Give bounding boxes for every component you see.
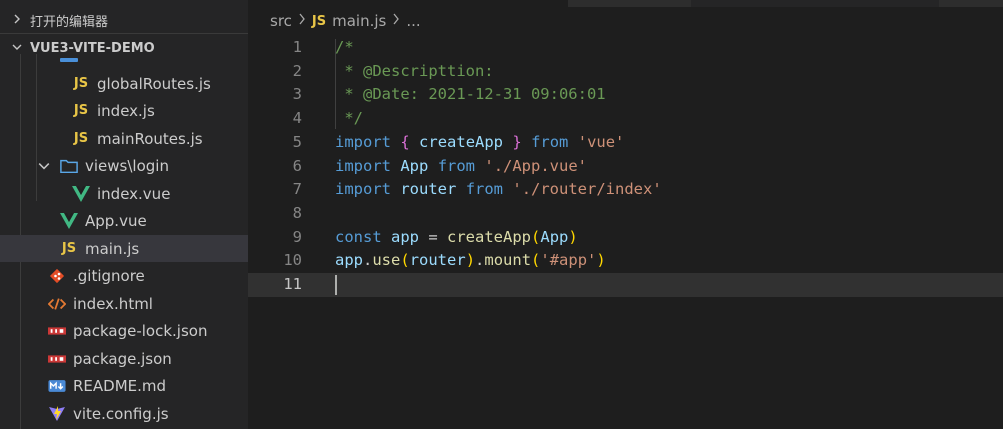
tree-item-readme[interactable]: README.md — [0, 372, 248, 399]
tree-item-mainroutes[interactable]: JS mainRoutes.js — [0, 125, 248, 152]
line-number: 8 — [292, 203, 302, 222]
line-number: 2 — [292, 61, 302, 80]
tree-item-label: App.vue — [85, 211, 147, 230]
open-editors-label: 打开的编辑器 — [30, 15, 109, 30]
tree-item-vite-config[interactable]: vite.config.js — [0, 400, 248, 427]
tree-item-label: main.js — [85, 239, 140, 258]
tree-item-label: index.vue — [97, 184, 171, 203]
tree-item-label: index.js — [97, 101, 155, 120]
tab-strip — [248, 0, 1003, 7]
code-line[interactable]: 4 */ — [248, 107, 1003, 131]
project-section[interactable]: VUE3-VITE-DEMO — [0, 35, 248, 62]
tree-item-globalroutes[interactable]: JS globalRoutes.js — [0, 70, 248, 97]
tree-item-index-js[interactable]: JS index.js — [0, 97, 248, 124]
folder-icon — [60, 157, 78, 175]
tree-item-label: package-lock.json — [73, 321, 208, 340]
js-file-icon: JS — [73, 76, 89, 91]
code-editor[interactable]: 1/* 2 * @Descripttion: 3 * @Date: 2021-12-… — [248, 34, 1003, 429]
tree-item-label: README.md — [73, 376, 167, 395]
code-text: import { createApp } from 'vue' — [335, 132, 625, 151]
tree-item-label: views\login — [85, 156, 169, 175]
tree-item-index-html[interactable]: index.html — [0, 290, 248, 317]
chevron-down-icon — [10, 42, 24, 55]
tree-item-package-json[interactable]: package.json — [0, 345, 248, 372]
chevron-right-icon — [392, 13, 400, 29]
tree-item-gitignore[interactable]: .gitignore — [0, 262, 248, 289]
chevron-down-icon — [38, 160, 52, 172]
line-number: 10 — [283, 251, 302, 270]
breadcrumb-more[interactable]: ... — [406, 12, 420, 30]
chevron-right-icon — [10, 14, 24, 27]
code-line[interactable]: 9 const app = createApp(App) — [248, 226, 1003, 250]
js-file-icon: JS — [61, 241, 77, 256]
code-line[interactable]: 6 import App from './App.vue' — [248, 155, 1003, 179]
tree-item-label: index.html — [73, 294, 153, 313]
code-text: * @Descripttion: — [335, 61, 494, 80]
tree-item-label: vite.config.js — [73, 404, 169, 423]
explorer-sidebar: 打开的编辑器 VUE3-VITE-DEMO JS globalRoutes.js… — [0, 0, 248, 429]
code-line[interactable]: 10 app.use(router).mount('#app') — [248, 249, 1003, 273]
line-number: 3 — [292, 85, 302, 104]
tree-item-package-lock[interactable]: package-lock.json — [0, 317, 248, 344]
line-number: 6 — [292, 156, 302, 175]
vite-icon — [48, 405, 66, 423]
code-text: import router from './router/index' — [335, 180, 662, 199]
line-number: 1 — [292, 38, 302, 56]
section-divider — [0, 33, 248, 34]
code-line[interactable]: 3 * @Date: 2021-12-31 09:06:01 — [248, 83, 1003, 107]
tree-item-label: mainRoutes.js — [97, 129, 203, 148]
line-number: 7 — [292, 180, 302, 199]
npm-icon — [48, 350, 66, 368]
tree-item-main-js[interactable]: JS main.js — [0, 235, 248, 262]
tree-item-label: globalRoutes.js — [97, 74, 211, 93]
tab-main-js[interactable] — [248, 0, 568, 7]
breadcrumb: src JS main.js ... — [270, 10, 421, 32]
folder-icon — [60, 58, 78, 62]
git-icon — [48, 267, 66, 285]
breadcrumb-folder[interactable]: src — [270, 12, 292, 30]
line-number: 11 — [283, 275, 302, 293]
code-text: import App from './App.vue' — [335, 156, 588, 175]
code-text: const app = createApp(App) — [335, 227, 578, 246]
line-number: 5 — [292, 132, 302, 151]
tree-item-views-login[interactable]: views\login — [0, 152, 248, 179]
code-line[interactable]: 7 import router from './router/index' — [248, 178, 1003, 202]
code-line[interactable]: 8 — [248, 202, 1003, 226]
tree-item-label: .gitignore — [73, 266, 145, 285]
line-number: 9 — [292, 227, 302, 246]
code-line[interactable]: 2 * @Descripttion: — [248, 60, 1003, 84]
vue-file-icon — [72, 185, 90, 203]
js-file-icon: JS — [311, 13, 327, 29]
code-line[interactable]: 5 import { createApp } from 'vue' — [248, 131, 1003, 155]
code-text: /* — [335, 38, 354, 56]
js-file-icon: JS — [73, 103, 89, 118]
html-icon — [48, 295, 66, 313]
tree-item-app-vue[interactable]: App.vue — [0, 207, 248, 234]
npm-icon — [48, 322, 66, 340]
js-file-icon: JS — [73, 131, 89, 146]
code-text: * @Date: 2021-12-31 09:06:01 — [335, 85, 606, 104]
project-label: VUE3-VITE-DEMO — [30, 41, 155, 56]
breadcrumb-file[interactable]: main.js — [332, 12, 386, 30]
tab-inactive[interactable] — [691, 0, 939, 7]
line-number: 4 — [292, 109, 302, 128]
code-text: */ — [335, 109, 363, 128]
code-text: app.use(router).mount('#app') — [335, 251, 606, 270]
code-line[interactable]: 11 — [248, 273, 1003, 297]
text-cursor — [335, 275, 337, 295]
code-line[interactable]: 1 /* — [248, 36, 1003, 60]
open-editors-section[interactable]: 打开的编辑器 — [0, 7, 248, 34]
tree-item-index-vue[interactable]: index.vue — [0, 180, 248, 207]
markdown-icon — [48, 377, 66, 395]
tree-item-label: package.json — [73, 349, 172, 368]
chevron-right-icon — [298, 13, 306, 29]
vue-file-icon — [60, 212, 78, 230]
